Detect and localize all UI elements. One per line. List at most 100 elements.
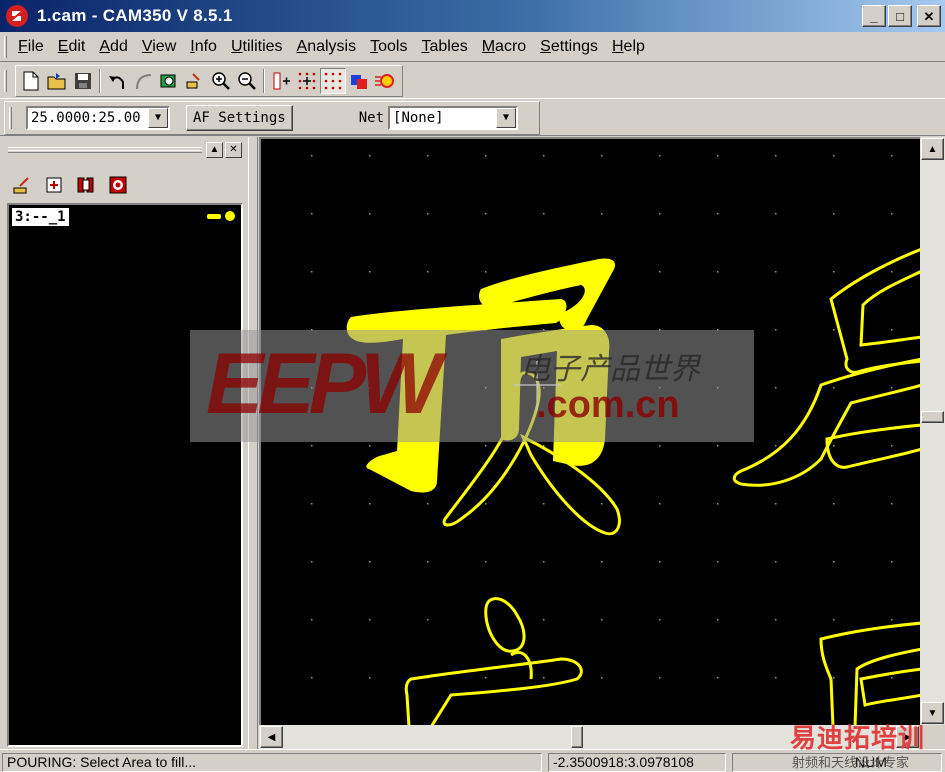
close-icon: ✕ — [229, 144, 238, 155]
horizontal-scroll-thumb[interactable] — [571, 726, 583, 748]
grid-dot — [601, 619, 603, 621]
snap-grid-icon — [298, 72, 316, 89]
net-combo-dropdown[interactable]: ▼ — [496, 107, 517, 128]
layer-panel-tools — [10, 173, 130, 197]
arc-button[interactable] — [130, 68, 156, 94]
grid-dot — [891, 503, 893, 505]
menu-file[interactable]: File — [11, 35, 51, 59]
layer-color-swatch[interactable] — [207, 211, 235, 221]
open-file-button[interactable] — [44, 68, 70, 94]
grid-dot — [891, 155, 893, 157]
grid-dot — [833, 677, 835, 679]
layer-name[interactable]: 3:--_1 — [12, 208, 69, 226]
net-combo[interactable]: [None] ▼ — [388, 105, 519, 130]
grid-dot — [543, 503, 545, 505]
outline-dot-stroke — [484, 597, 526, 653]
grid-dot — [369, 677, 371, 679]
toolbar-grip[interactable] — [4, 69, 7, 92]
second-watermark: 易迪拓培训 — [790, 723, 926, 753]
zoom-out-button[interactable] — [234, 68, 260, 94]
origin-button[interactable] — [268, 68, 294, 94]
grid-toggle-button[interactable] — [320, 67, 346, 94]
arrow-up-icon: ▲ — [927, 143, 938, 155]
vertical-scrollbar[interactable]: ▲ ▼ — [920, 137, 945, 725]
grid-dot — [311, 503, 313, 505]
panel-restore-button[interactable]: ▲ — [206, 142, 223, 158]
second-watermark-sub: 射频和天线设计专家 — [792, 755, 910, 770]
grid-dot — [659, 677, 661, 679]
menu-help[interactable]: Help — [605, 35, 652, 59]
cam350-app-icon[interactable] — [5, 4, 29, 28]
layer-stack-button[interactable] — [74, 173, 98, 197]
menu-add[interactable]: Add — [92, 35, 134, 59]
grid-dot — [833, 619, 835, 621]
grid-dot — [369, 445, 371, 447]
layer-add-button[interactable] — [42, 173, 66, 197]
chevron-down-icon: ▼ — [503, 112, 510, 123]
new-file-button[interactable] — [18, 68, 44, 94]
grid-dot — [891, 329, 893, 331]
chevron-down-icon: ▼ — [154, 112, 162, 123]
minimize-button[interactable]: _ — [862, 5, 886, 27]
layer-edit-button[interactable] — [10, 173, 34, 197]
layer-list[interactable]: 3:--_1 — [7, 203, 243, 747]
toolbar-group — [15, 64, 403, 97]
grid-dot — [775, 445, 777, 447]
zoom-window-button[interactable] — [182, 68, 208, 94]
panel-close-button[interactable]: ✕ — [225, 142, 242, 158]
grid-dot — [485, 561, 487, 563]
status-coordinates: -2.3500918:3.0978108 — [548, 753, 726, 772]
grid-dot — [543, 677, 545, 679]
panel-splitter[interactable] — [248, 137, 258, 749]
window-title: 1.cam - CAM350 V 8.5.1 — [37, 6, 233, 25]
menu-utilities[interactable]: Utilities — [224, 35, 290, 59]
grid-dot — [775, 213, 777, 215]
vertical-scroll-thumb[interactable] — [921, 411, 944, 423]
scroll-left-button[interactable]: ◀ — [260, 726, 283, 748]
grid-dot — [717, 619, 719, 621]
grid-dot — [717, 271, 719, 273]
menu-macro[interactable]: Macro — [475, 35, 533, 59]
undo-button[interactable] — [104, 68, 130, 94]
layer-colors-icon — [351, 74, 367, 89]
grid-dot — [775, 619, 777, 621]
grid-dot — [775, 271, 777, 273]
grid-dot — [601, 155, 603, 157]
arrow-left-icon: ◀ — [267, 731, 276, 743]
menu-info[interactable]: Info — [183, 35, 224, 59]
scroll-up-button[interactable]: ▲ — [921, 138, 944, 160]
grid-dot — [485, 213, 487, 215]
menu-grip[interactable] — [4, 35, 7, 58]
layer-pad-swatch — [225, 211, 235, 221]
toolbar-separator — [99, 68, 101, 93]
menu-tables[interactable]: Tables — [414, 35, 474, 59]
panel-grip[interactable] — [8, 147, 202, 153]
zoom-in-button[interactable] — [208, 68, 234, 94]
grid-dot — [717, 561, 719, 563]
menu-settings[interactable]: Settings — [533, 35, 605, 59]
highlight-icon — [375, 73, 394, 88]
maximize-button[interactable]: □ — [888, 5, 912, 27]
snap-grid-button[interactable] — [294, 68, 320, 94]
af-settings-button[interactable]: AF Settings — [186, 104, 293, 131]
arc-icon — [136, 73, 152, 89]
outline-glyph-c — [825, 423, 920, 469]
grid-combo[interactable]: 25.0000:25.00 ▼ — [26, 105, 170, 130]
grid-dot — [311, 619, 313, 621]
grid-dots-icon — [324, 72, 342, 89]
eepw-tagline: 电子产品世界 — [520, 352, 700, 387]
menu-analysis[interactable]: Analysis — [290, 35, 364, 59]
settings-grip[interactable] — [9, 106, 12, 129]
close-button[interactable]: ✕ — [917, 5, 941, 27]
grid-dot — [833, 155, 835, 157]
grid-combo-dropdown[interactable]: ▼ — [148, 107, 168, 128]
redraw-button[interactable] — [156, 68, 182, 94]
layer-remove-button[interactable] — [106, 173, 130, 197]
menu-tools[interactable]: Tools — [363, 35, 414, 59]
menu-edit[interactable]: Edit — [51, 35, 93, 59]
layer-colors-button[interactable] — [346, 68, 372, 94]
menu-view[interactable]: View — [135, 35, 183, 59]
highlight-button[interactable] — [372, 68, 398, 94]
grid-dot — [369, 503, 371, 505]
save-button[interactable] — [70, 68, 96, 94]
